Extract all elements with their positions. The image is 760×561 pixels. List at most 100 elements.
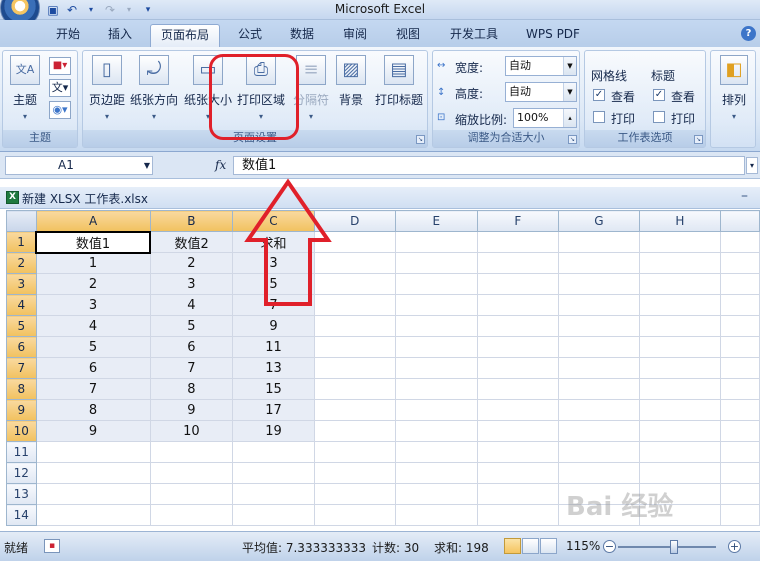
- cell[interactable]: [476, 378, 559, 400]
- dialog-launcher-icon[interactable]: ↘: [694, 135, 703, 144]
- tab-view[interactable]: 视图: [384, 24, 432, 47]
- cell[interactable]: 4: [35, 315, 151, 337]
- cell[interactable]: [313, 336, 396, 358]
- cell[interactable]: [313, 357, 396, 379]
- cell[interactable]: 15: [232, 378, 315, 400]
- cell[interactable]: [719, 378, 760, 400]
- cell[interactable]: [557, 315, 640, 337]
- column-header[interactable]: G: [557, 210, 640, 232]
- cell[interactable]: [313, 315, 396, 337]
- cell[interactable]: [557, 294, 640, 316]
- cell[interactable]: [149, 483, 234, 505]
- row-header[interactable]: 4: [6, 294, 37, 316]
- cell[interactable]: [638, 357, 721, 379]
- cell[interactable]: [476, 399, 559, 421]
- row-header[interactable]: 5: [6, 315, 37, 337]
- tab-insert[interactable]: 插入: [96, 24, 144, 47]
- cell[interactable]: [394, 504, 478, 526]
- column-header[interactable]: A: [35, 210, 151, 232]
- zoom-slider-track[interactable]: [618, 546, 716, 548]
- cell[interactable]: 19: [232, 420, 315, 442]
- macro-record-icon[interactable]: ▪: [44, 539, 60, 553]
- cell[interactable]: [313, 378, 396, 400]
- cell[interactable]: [638, 336, 721, 358]
- row-header[interactable]: 2: [6, 252, 37, 274]
- cell[interactable]: [719, 357, 760, 379]
- cell[interactable]: [394, 336, 478, 358]
- column-header[interactable]: B: [149, 210, 234, 232]
- cell[interactable]: [394, 483, 478, 505]
- cell[interactable]: [638, 462, 721, 484]
- cell[interactable]: 数值2: [149, 231, 234, 253]
- cell[interactable]: [638, 273, 721, 295]
- cell[interactable]: [394, 273, 478, 295]
- cell[interactable]: [719, 504, 760, 526]
- help-icon[interactable]: ?: [741, 26, 756, 41]
- tab-formulas[interactable]: 公式: [226, 24, 274, 47]
- row-header[interactable]: 14: [6, 504, 37, 526]
- cell[interactable]: 13: [232, 357, 315, 379]
- cell[interactable]: [476, 441, 559, 463]
- cell[interactable]: [313, 399, 396, 421]
- zoom-level[interactable]: 115%: [566, 539, 600, 553]
- cell[interactable]: [557, 231, 640, 253]
- dialog-launcher-icon[interactable]: ↘: [568, 135, 577, 144]
- row-header[interactable]: 6: [6, 336, 37, 358]
- cell[interactable]: [394, 420, 478, 442]
- cell[interactable]: [313, 441, 396, 463]
- cell[interactable]: [557, 378, 640, 400]
- orientation-button[interactable]: ⤾ 纸张方向 ▾: [129, 55, 179, 122]
- row-header[interactable]: 12: [6, 462, 37, 484]
- tab-review[interactable]: 审阅: [331, 24, 379, 47]
- cell[interactable]: [476, 504, 559, 526]
- background-button[interactable]: ▨ 背景: [333, 55, 369, 108]
- cell[interactable]: [232, 441, 315, 463]
- cell[interactable]: [557, 399, 640, 421]
- cell[interactable]: [557, 336, 640, 358]
- cell[interactable]: [557, 273, 640, 295]
- cell[interactable]: [557, 252, 640, 274]
- cell[interactable]: 9: [149, 399, 234, 421]
- name-box[interactable]: A1 ▼: [5, 156, 153, 175]
- row-header[interactable]: 3: [6, 273, 37, 295]
- cell[interactable]: [313, 504, 396, 526]
- cell[interactable]: [719, 315, 760, 337]
- cell[interactable]: [719, 462, 760, 484]
- cell[interactable]: 4: [149, 294, 234, 316]
- cell[interactable]: 1: [35, 252, 151, 274]
- cell[interactable]: [149, 504, 234, 526]
- column-header[interactable]: H: [638, 210, 721, 232]
- scale-spinner[interactable]: 100% ▴: [513, 108, 577, 128]
- cell[interactable]: [394, 357, 478, 379]
- cell[interactable]: 2: [149, 252, 234, 274]
- cell[interactable]: [394, 399, 478, 421]
- gridlines-view-checkbox[interactable]: ✓: [593, 89, 605, 101]
- cell[interactable]: 7: [149, 357, 234, 379]
- cell[interactable]: [638, 441, 721, 463]
- tab-wps-pdf[interactable]: WPS PDF: [516, 24, 590, 47]
- tab-page-layout[interactable]: 页面布局: [150, 24, 220, 47]
- cell[interactable]: 11: [232, 336, 315, 358]
- cell[interactable]: [476, 273, 559, 295]
- minimize-icon[interactable]: –: [741, 188, 748, 204]
- tab-home[interactable]: 开始: [44, 24, 92, 47]
- cell[interactable]: [313, 420, 396, 442]
- page-layout-view-button[interactable]: [522, 538, 539, 554]
- theme-effects-icon[interactable]: ◉▾: [49, 101, 71, 119]
- cell[interactable]: [35, 504, 151, 526]
- cell[interactable]: 9: [232, 315, 315, 337]
- cell[interactable]: [719, 420, 760, 442]
- cell[interactable]: [313, 462, 396, 484]
- cell[interactable]: [476, 483, 559, 505]
- spreadsheet-grid[interactable]: A B C D E F G H 1 数值1 数值2 求和 2 1 2 3 3 2 3 5 4 3 4 7 5 4 5…: [6, 210, 760, 528]
- cell[interactable]: [719, 273, 760, 295]
- zoom-slider-thumb[interactable]: [670, 540, 678, 554]
- width-combo[interactable]: 自动 ▼: [505, 56, 577, 76]
- cell[interactable]: [394, 231, 478, 253]
- theme-fonts-icon[interactable]: 文▾: [49, 79, 71, 97]
- normal-view-button[interactable]: [504, 538, 521, 554]
- row-header[interactable]: 7: [6, 357, 37, 379]
- cell[interactable]: 3: [35, 294, 151, 316]
- expand-formula-icon[interactable]: ▾: [746, 157, 758, 174]
- cell[interactable]: [313, 483, 396, 505]
